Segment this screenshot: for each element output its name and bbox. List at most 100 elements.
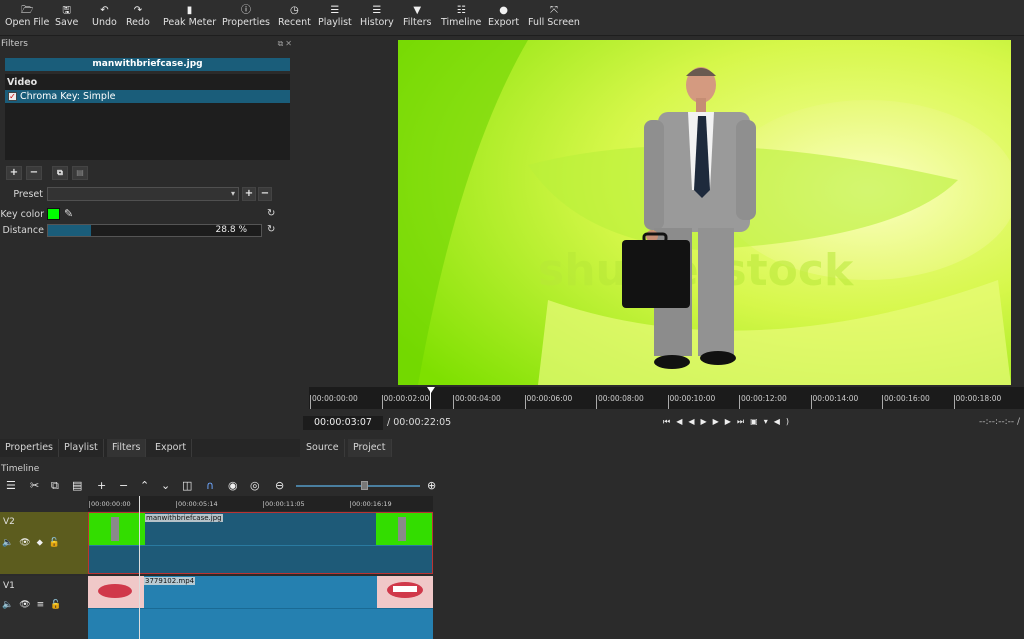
current-timecode-field[interactable]: 00:00:03:07 [303,416,383,430]
filter-item-chroma-key[interactable]: ✓ Chroma Key: Simple [5,90,290,103]
reset-distance-icon[interactable]: ↻ [267,224,275,235]
full-screen-button[interactable]: ⤧ Full Screen [528,4,580,34]
zoom-slider-handle[interactable] [361,481,368,490]
ruler-tick-label: 00:00:10:00 [667,395,715,409]
properties-button[interactable]: ⓘ Properties [222,4,270,34]
player-time-ruler[interactable]: 00:00:00:00 00:00:02:00 00:00:04:00 00:00:0… [309,387,1024,409]
remove-icon[interactable]: − [119,479,128,492]
timeline-area: 00:00:00:00 00:00:05:14 00:00:11:05 00:00:1… [0,496,1024,639]
filter-file-name: manwithbriefcase.jpg [5,58,290,71]
lift-icon[interactable]: ⌃ [140,479,149,492]
track-v1-controls-icons[interactable]: 🔈👁≡🔓 [2,600,67,610]
timeline-button[interactable]: ☷ Timeline [441,4,481,34]
delete-preset-button[interactable]: − [258,187,272,201]
copy-filter-button[interactable]: ⧉ [52,166,68,180]
peak-meter-button[interactable]: ▮ Peak Meter [163,4,216,34]
timeline-zoom-slider[interactable] [296,485,420,487]
key-color-label: Key color [0,209,44,220]
track-header-v2[interactable]: V2 🔈👁⬥🔓 [0,512,88,574]
history-icon: ☰ [372,5,382,16]
filters-button[interactable]: ▼ Filters [403,4,431,34]
split-icon[interactable]: ◫ [182,479,192,492]
peak-meter-label: Peak Meter [163,17,217,28]
timeline-toolbar: ☰ ✂ ⧉ ▤ + − ⌃ ⌄ ◫ ∩ ◉ ◎ ⊖ ⊕ [0,476,1024,496]
ruler-tick-label: 00:00:18:00 [953,395,1001,409]
timeline-menu-icon[interactable]: ☰ [6,479,16,492]
cut-icon[interactable]: ✂ [30,479,39,492]
save-label: Save [55,17,79,28]
info-icon: ⓘ [241,5,251,16]
scrub-icon[interactable]: ◉ [228,479,238,492]
zoom-in-icon[interactable]: ⊕ [427,479,436,492]
export-icon: ● [499,5,508,16]
history-button[interactable]: ☰ History [360,4,394,34]
tab-filters[interactable]: Filters [107,439,147,457]
in-out-timecode: --:--:--:-- / [979,417,1020,427]
open-file-button[interactable]: 🗁 Open File [5,4,49,34]
timeline-tick-label: 00:00:05:14 [176,500,218,508]
main-toolbar: 🗁 Open File 🖫 Save ↶ Undo ↷ Redo ▮ Peak Meter ⓘ Pro… [0,0,1024,36]
filter-list[interactable]: Video ✓ Chroma Key: Simple [5,74,290,160]
zoom-out-icon[interactable]: ⊖ [275,479,284,492]
paste-icon[interactable]: ▤ [72,479,82,492]
timeline-playhead[interactable] [139,496,140,639]
ruler-tick-label: 00:00:14:00 [810,395,858,409]
playlist-label: Playlist [318,17,352,28]
preset-select[interactable]: ▾ [47,187,239,201]
panel-float-close-icon[interactable]: ⧉✕ [278,39,294,49]
overwrite-icon[interactable]: ⌄ [161,479,170,492]
filters-panel-title: Filters [1,39,28,49]
player-playhead-line [430,391,431,409]
distance-label: Distance [2,225,44,236]
save-button[interactable]: 🖫 Save [55,4,78,34]
clip-label-v2: manwithbriefcase.jpg [145,514,223,522]
filters-label: Filters [403,17,432,28]
filter-enabled-checkbox[interactable]: ✓ [8,92,17,101]
tab-export[interactable]: Export [150,439,193,457]
append-icon[interactable]: + [97,479,106,492]
ruler-tick-label: 00:00:04:00 [453,395,501,409]
recent-button[interactable]: ◷ Recent [278,4,311,34]
reset-key-color-icon[interactable]: ↻ [267,208,275,219]
remove-filter-button[interactable]: − [26,166,42,180]
ripple-icon[interactable]: ◎ [250,479,260,492]
tab-playlist[interactable]: Playlist [59,439,104,457]
undo-label: Undo [92,17,117,28]
copy-icon[interactable]: ⧉ [51,479,59,493]
eyedropper-icon[interactable]: ✎ [64,207,73,220]
distance-slider[interactable]: 28.8 % [47,224,262,237]
undo-button[interactable]: ↶ Undo [92,4,117,34]
track-header-v1[interactable]: V1 🔈👁≡🔓 [0,576,88,639]
key-color-swatch[interactable] [47,208,60,220]
undo-icon: ↶ [100,5,109,16]
snap-icon[interactable]: ∩ [206,479,214,492]
open-file-label: Open File [5,17,50,28]
preset-label: Preset [13,189,43,200]
video-preview[interactable]: shutterstock [398,40,1011,385]
clip-thumbnail-end [376,513,432,545]
clip-label-v1: 3779102.mp4 [144,577,196,585]
tab-properties[interactable]: Properties [0,439,60,457]
tab-source[interactable]: Source [301,439,345,457]
properties-label: Properties [222,17,271,28]
transport-controls[interactable]: ⏮◀◀▶▶▶⏭▣▾◀) [663,417,795,427]
tab-project[interactable]: Project [348,439,392,457]
preview-frame-image: shutterstock [398,40,1011,385]
ruler-tick-label: 00:00:12:00 [739,395,787,409]
playlist-button[interactable]: ☰ Playlist [318,4,352,34]
recent-label: Recent [278,17,311,28]
timeline-tick-label: 00:00:00:00 [89,500,131,508]
ruler-tick-label: 00:00:16:00 [882,395,930,409]
save-preset-button[interactable]: + [242,187,256,201]
track-v2-controls-icons[interactable]: 🔈👁⬥🔓 [2,538,66,548]
redo-button[interactable]: ↷ Redo [126,4,150,34]
paste-filter-button[interactable]: ▤ [72,166,88,180]
add-filter-button[interactable]: + [6,166,22,180]
clip-thumbnail-lips-start [88,576,144,608]
filter-list-header: Video [7,77,38,88]
export-button[interactable]: ● Export [488,4,519,34]
full-screen-label: Full Screen [528,17,580,28]
ruler-tick-label: 00:00:08:00 [596,395,644,409]
track-name-v2: V2 [3,517,15,527]
player-playhead-marker[interactable] [427,387,435,393]
